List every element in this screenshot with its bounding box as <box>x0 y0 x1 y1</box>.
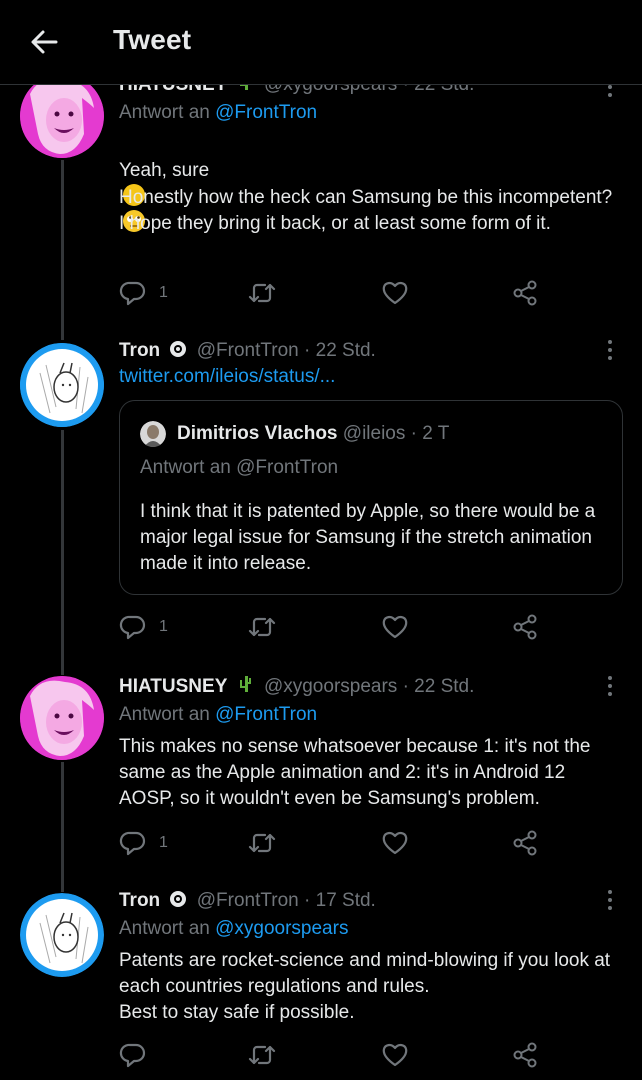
verified-badge-icon <box>169 890 187 916</box>
reply-button[interactable]: 1 <box>119 828 168 858</box>
tweet-text: Patents are rocket-science and mind-blow… <box>119 950 611 1023</box>
retweet-icon <box>247 613 277 641</box>
tweet-actions: 1 <box>119 828 549 858</box>
tweet-time: · 22 Std. <box>402 676 475 697</box>
share-button[interactable] <box>511 1040 539 1070</box>
tweet[interactable]: Tron @FrontTron · 17 Std. Antwort an @xy… <box>0 890 642 1080</box>
reply-button[interactable]: 1 <box>119 278 168 308</box>
page-title: Tweet <box>113 24 192 55</box>
share-button[interactable] <box>511 828 539 858</box>
reply-context: Antwort an @FrontTron <box>119 102 318 123</box>
tweet-actions: 1 <box>119 278 549 308</box>
reply-handle-link[interactable]: @FrontTron <box>215 102 317 123</box>
reply-button[interactable] <box>119 1040 147 1070</box>
like-button[interactable] <box>381 278 409 308</box>
like-button[interactable] <box>381 612 409 642</box>
tweet-link-row: twitter.com/ileios/status/... <box>119 364 335 390</box>
reply-icon <box>119 1041 147 1069</box>
tweet-link[interactable]: twitter.com/ileios/status/... <box>119 366 335 387</box>
like-button[interactable] <box>381 1040 409 1070</box>
quote-author-name: Dimitrios Vlachos <box>177 423 338 444</box>
tweet[interactable]: Tron @FrontTron · 22 Std. twitter.com/il… <box>0 340 642 660</box>
author-name[interactable]: HIATUSNEY <box>119 676 227 697</box>
author-handle[interactable]: @FrontTron <box>197 890 299 911</box>
tweet-thread-page: Tweet HIATUSNEY @xygoorspears · 22 Std. <box>0 0 642 1080</box>
avatar[interactable] <box>20 74 104 158</box>
quote-text: I think that it is patented by Apple, so… <box>140 501 596 574</box>
reply-count: 1 <box>159 834 168 851</box>
tweet[interactable]: HIATUSNEY @xygoorspears · 22 Std. Antwor… <box>0 672 642 872</box>
tweet-header: Tron @FrontTron · 22 Std. <box>119 338 376 364</box>
avatar[interactable] <box>20 343 104 427</box>
quote-time: · 2 T <box>410 423 450 444</box>
tweet-text: This makes no sense whatsoever because 1… <box>119 736 591 809</box>
like-icon <box>381 279 409 307</box>
tweet-actions <box>119 1040 549 1070</box>
reply-icon <box>119 829 147 857</box>
avatar[interactable] <box>20 893 104 977</box>
cactus-icon <box>237 674 255 702</box>
more-icon[interactable] <box>602 673 618 699</box>
verified-badge-icon <box>169 340 187 366</box>
like-button[interactable] <box>381 828 409 858</box>
tweet-text-body: Honestly how the heck can Samsung be thi… <box>119 187 613 234</box>
share-icon <box>511 613 539 641</box>
author-handle[interactable]: @xygoorspears <box>264 676 397 697</box>
like-icon <box>381 613 409 641</box>
quoted-tweet[interactable]: Dimitrios Vlachos @ileios · 2 T Antwort … <box>119 400 623 595</box>
avatar[interactable] <box>20 676 104 760</box>
retweet-button[interactable] <box>247 278 277 308</box>
reply-context: Antwort an @xygoorspears <box>119 918 349 939</box>
retweet-button[interactable] <box>247 828 277 858</box>
retweet-button[interactable] <box>247 612 277 642</box>
quote-author-handle: @ileios <box>342 423 406 444</box>
retweet-button[interactable] <box>247 1040 277 1070</box>
reply-icon <box>119 279 147 307</box>
author-name[interactable]: Tron <box>119 340 160 361</box>
tweet-time: · 17 Std. <box>304 890 376 911</box>
share-icon <box>511 829 539 857</box>
reply-icon <box>119 613 147 641</box>
tweet-actions: 1 <box>119 612 549 642</box>
author-name[interactable]: Tron <box>119 890 160 911</box>
tweet-header: HIATUSNEY @xygoorspears · 22 Std. <box>119 674 474 700</box>
share-icon <box>511 1041 539 1069</box>
retweet-icon <box>247 829 277 857</box>
author-handle[interactable]: @FrontTron <box>197 340 299 361</box>
share-icon <box>511 279 539 307</box>
reply-count: 1 <box>159 618 168 635</box>
more-icon[interactable] <box>602 337 618 363</box>
tweet-time: · 22 Std. <box>304 340 376 361</box>
quote-avatar <box>140 421 166 447</box>
reply-context: Antwort an @FrontTron <box>119 704 318 725</box>
reply-button[interactable]: 1 <box>119 612 168 642</box>
share-button[interactable] <box>511 278 539 308</box>
retweet-icon <box>247 279 277 307</box>
reply-count: 1 <box>159 284 168 301</box>
tweet-header: Tron @FrontTron · 17 Std. <box>119 888 376 914</box>
top-bar: Tweet <box>0 0 642 85</box>
more-icon[interactable] <box>602 887 618 913</box>
quote-reply-context: Antwort an @FrontTron <box>140 457 339 478</box>
like-icon <box>381 1041 409 1069</box>
reply-handle-link[interactable]: @xygoorspears <box>215 918 348 939</box>
quote-header: Dimitrios Vlachos @ileios · 2 T <box>177 421 449 447</box>
reply-handle-link[interactable]: @FrontTron <box>215 704 317 725</box>
like-icon <box>381 829 409 857</box>
back-arrow-icon[interactable] <box>26 24 62 60</box>
share-button[interactable] <box>511 612 539 642</box>
retweet-icon <box>247 1041 277 1069</box>
